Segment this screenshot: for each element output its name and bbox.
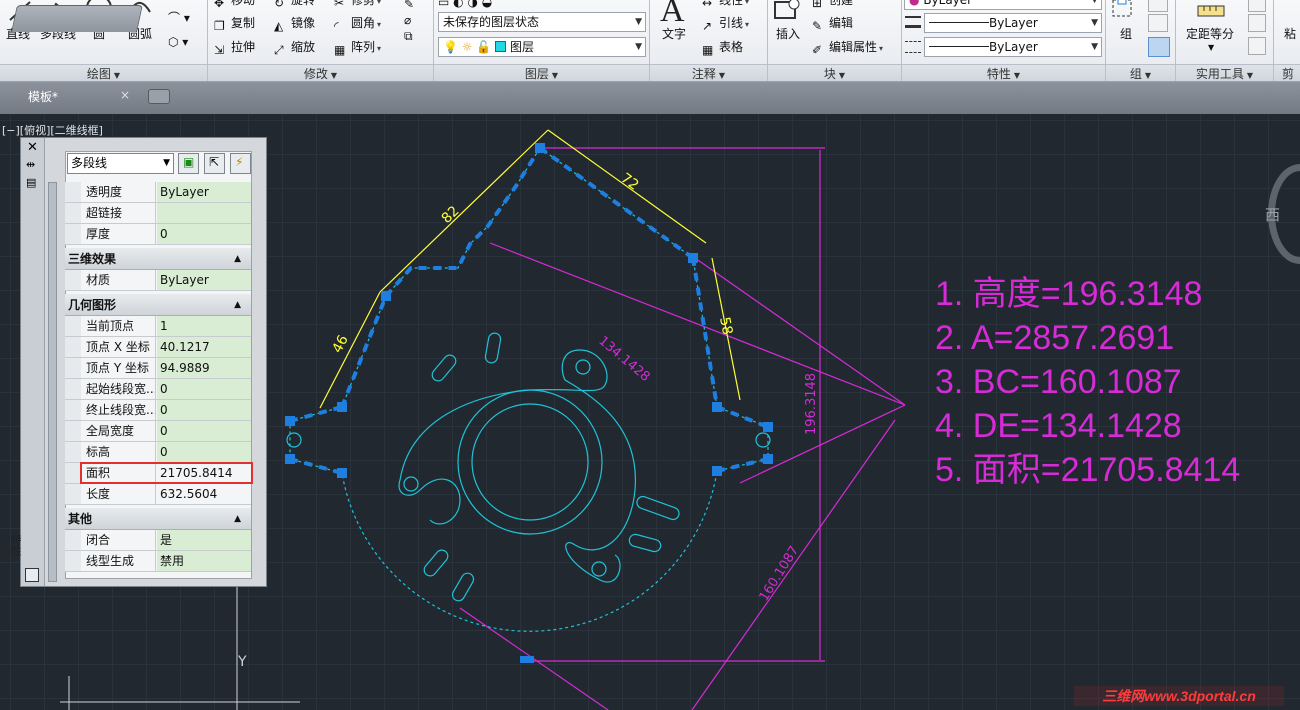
property-row[interactable]: 透明度 ByLayer xyxy=(65,182,251,203)
object-type-select[interactable]: 多段线 ▼ xyxy=(67,153,174,174)
annotation-line: 3. BC=160.1087 xyxy=(935,363,1182,401)
watermark: 三维网www.3dportal.cn xyxy=(1074,686,1284,706)
collapse-icon[interactable]: ▲ xyxy=(234,294,241,316)
palette-menu-icon[interactable]: ▤ xyxy=(26,176,36,189)
quick-select-icon: ⚡ xyxy=(235,155,244,169)
part-geometry xyxy=(286,332,771,602)
palette-bottom-icon[interactable] xyxy=(25,568,39,582)
property-row[interactable]: 超链接 xyxy=(65,203,251,224)
palette-scrollbar[interactable] xyxy=(48,182,57,582)
magenta-dimensions xyxy=(459,147,906,710)
close-icon[interactable]: ✕ xyxy=(27,140,38,155)
select-objects-button[interactable]: ⇱ xyxy=(204,153,225,174)
autohide-icon[interactable]: ⇹ xyxy=(26,158,35,171)
toggle-pickadd-button[interactable]: ▣ xyxy=(178,153,199,174)
property-row[interactable]: 全局宽度 0 xyxy=(65,421,251,442)
palette-side-label: 特性 xyxy=(9,534,22,556)
collapse-icon[interactable]: ▲ xyxy=(234,248,241,270)
yellow-dimensions xyxy=(319,129,741,409)
property-row[interactable]: 终止线段宽... 0 xyxy=(65,400,251,421)
yellow-dimension-labels: 72 82 46 58 xyxy=(329,170,735,356)
dimension-label-160: 160.1087 xyxy=(757,544,803,605)
magenta-dimension-labels: 134.1428 196.3148 160.1087 xyxy=(595,334,819,605)
highlight-dashes xyxy=(289,146,769,475)
annotation-line: 2. A=2857.2691 xyxy=(935,319,1175,357)
section-3d-effects[interactable]: 三维效果 ▲ xyxy=(65,248,251,270)
area-highlight-box xyxy=(80,462,253,484)
select-objects-icon: ⇱ xyxy=(209,155,220,169)
ucs-y-label: Y xyxy=(237,654,247,670)
annotation-line: 1. 高度=196.3148 xyxy=(935,275,1203,313)
dimension-label-72: 72 xyxy=(618,170,642,193)
compass-west-label[interactable]: 西 xyxy=(1265,204,1280,225)
annotation-line: 5. 面积=21705.8414 xyxy=(935,451,1241,489)
property-row[interactable]: 材质 ByLayer xyxy=(65,270,251,291)
dimension-label-134: 134.1428 xyxy=(595,334,652,385)
annotation-line: 4. DE=134.1428 xyxy=(935,407,1182,445)
section-geometry[interactable]: 几何图形 ▲ xyxy=(65,294,251,316)
dimension-label-196: 196.3148 xyxy=(804,373,819,435)
section-other[interactable]: 其他 ▲ xyxy=(65,508,251,530)
property-row-length[interactable]: 长度 632.5604 xyxy=(65,484,251,505)
property-row[interactable]: 厚度 0 xyxy=(65,224,251,245)
property-grid: 透明度 ByLayer 超链接 厚度 0 三维效果 ▲ 材质 ByLayer 几何图形 ▲… xyxy=(65,182,251,572)
annotation-text: 1. 高度=196.3148 2. A=2857.2691 3. BC=160.… xyxy=(935,272,1240,492)
pickadd-icon: ▣ xyxy=(183,155,195,169)
quick-select-button[interactable]: ⚡ xyxy=(230,153,251,174)
palette-title-strip[interactable]: ✕ ⇹ ▤ xyxy=(21,138,45,586)
property-row[interactable]: 起始线段宽... 0 xyxy=(65,379,251,400)
dimension-label-58: 58 xyxy=(716,316,735,337)
property-row[interactable]: 闭合是 xyxy=(65,530,251,551)
collapse-icon[interactable]: ▲ xyxy=(234,508,241,530)
property-row[interactable]: 当前顶点 1 xyxy=(65,316,251,337)
property-row[interactable]: 标高 0 xyxy=(65,442,251,463)
property-row[interactable]: 顶点 Y 坐标 94.9889 xyxy=(65,358,251,379)
polyline-grips xyxy=(285,143,773,663)
ucs-icon: Y xyxy=(60,586,300,710)
dimension-label-82: 82 xyxy=(439,203,463,227)
property-row[interactable]: 线型生成 禁用 xyxy=(65,551,251,572)
property-row[interactable]: 顶点 X 坐标 40.1217 xyxy=(65,337,251,358)
